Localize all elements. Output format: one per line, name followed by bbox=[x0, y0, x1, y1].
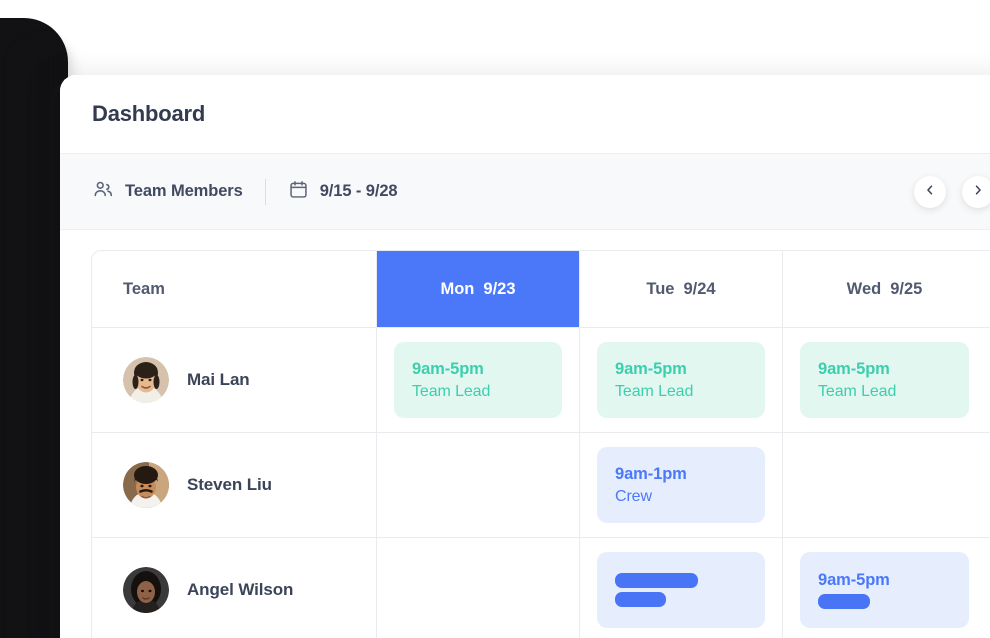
shift-cell-mon[interactable] bbox=[377, 538, 580, 638]
shift-card-placeholder[interactable] bbox=[597, 552, 765, 628]
chevron-left-icon bbox=[923, 183, 937, 200]
day-header-wed-dow: Wed bbox=[846, 279, 882, 298]
day-header-mon-dow: Mon bbox=[440, 279, 475, 298]
day-header-wed-date: 9/25 bbox=[890, 279, 923, 298]
shift-time: 9am-1pm bbox=[615, 464, 687, 483]
column-header-tue[interactable]: Tue 9/24 bbox=[580, 251, 783, 327]
shift-cell-tue[interactable] bbox=[580, 538, 783, 638]
day-header-tue: Tue 9/24 bbox=[646, 280, 715, 299]
person-name: Mai Lan bbox=[187, 370, 250, 389]
empty-shift-slot[interactable] bbox=[800, 447, 969, 523]
avatar-mai-lan bbox=[123, 357, 169, 403]
calendar-icon bbox=[288, 179, 309, 205]
shift-time: 9am-5pm bbox=[615, 359, 687, 378]
day-header-wed: Wed 9/25 bbox=[847, 280, 923, 299]
shift-card[interactable]: 9am-5pm Team Lead bbox=[597, 342, 765, 418]
table-row: Mai Lan 9am-5pm Team Lead 9am-5pm Team L… bbox=[92, 328, 990, 433]
avatar-steven-liu bbox=[123, 462, 169, 508]
date-range-picker[interactable]: 9/15 - 9/28 bbox=[288, 179, 398, 205]
shift-role: Team Lead bbox=[818, 382, 897, 400]
person-name: Steven Liu bbox=[187, 475, 272, 494]
team-member-cell[interactable]: Steven Liu bbox=[92, 433, 377, 537]
table-header-row: Team Mon 9/23 Tue 9/24 Wed 9/25 bbox=[92, 251, 990, 328]
shift-time: 9am-5pm bbox=[412, 359, 484, 378]
shift-card[interactable]: 9am-5pm Team Lead bbox=[800, 342, 969, 418]
table-row: Steven Liu 9am-1pm Crew bbox=[92, 433, 990, 538]
shift-role: Team Lead bbox=[615, 382, 694, 400]
person-name: Angel Wilson bbox=[187, 580, 294, 599]
page-title: Dashboard bbox=[92, 101, 206, 126]
chevron-right-icon bbox=[971, 183, 985, 200]
shift-role: Crew bbox=[615, 487, 652, 505]
shift-card[interactable]: 9am-5pm Team Lead bbox=[394, 342, 562, 418]
schedule-table: Team Mon 9/23 Tue 9/24 Wed 9/25 Mai Lan … bbox=[91, 250, 990, 638]
toolbar-divider bbox=[264, 178, 266, 205]
week-navigation bbox=[914, 175, 990, 208]
placeholder-bar bbox=[615, 592, 667, 607]
day-header-mon-date: 9/23 bbox=[483, 279, 516, 298]
team-member-cell[interactable]: Mai Lan bbox=[92, 328, 377, 432]
shift-card[interactable]: 9am-5pm bbox=[800, 552, 969, 628]
team-members-filter[interactable]: Team Members bbox=[92, 178, 243, 205]
table-row: Angel Wilson 9am-5pm bbox=[92, 538, 990, 638]
avatar-angel-wilson bbox=[123, 567, 169, 613]
empty-shift-slot[interactable] bbox=[394, 447, 562, 523]
people-icon bbox=[92, 178, 114, 205]
next-week-button[interactable] bbox=[962, 175, 990, 208]
shift-time: 9am-5pm bbox=[818, 359, 890, 378]
placeholder-bar bbox=[818, 594, 870, 609]
shift-cell-wed[interactable]: 9am-5pm Team Lead bbox=[783, 328, 986, 432]
prev-week-button[interactable] bbox=[914, 175, 946, 208]
team-header-label: Team bbox=[123, 279, 165, 298]
column-header-wed[interactable]: Wed 9/25 bbox=[783, 251, 986, 327]
date-range-label: 9/15 - 9/28 bbox=[319, 182, 398, 200]
shift-cell-tue[interactable]: 9am-5pm Team Lead bbox=[580, 328, 783, 432]
shift-cell-mon[interactable] bbox=[377, 433, 580, 537]
day-header-tue-date: 9/24 bbox=[683, 279, 716, 298]
empty-shift-slot[interactable] bbox=[394, 552, 562, 628]
day-header-mon: Mon 9/23 bbox=[440, 280, 515, 299]
column-header-mon[interactable]: Mon 9/23 bbox=[377, 251, 580, 327]
day-header-tue-dow: Tue bbox=[646, 279, 675, 298]
title-bar: Dashboard bbox=[60, 75, 990, 154]
person: Angel Wilson bbox=[123, 567, 293, 613]
shift-cell-wed[interactable]: 9am-5pm bbox=[783, 538, 986, 638]
shift-time: 9am-5pm bbox=[818, 571, 890, 589]
schedule-table-wrap: Team Mon 9/23 Tue 9/24 Wed 9/25 Mai Lan … bbox=[60, 230, 990, 638]
column-header-team: Team bbox=[92, 251, 377, 327]
shift-card[interactable]: 9am-1pm Crew bbox=[597, 447, 765, 523]
team-member-cell[interactable]: Angel Wilson bbox=[92, 538, 377, 638]
shift-cell-mon[interactable]: 9am-5pm Team Lead bbox=[377, 328, 580, 432]
shift-cell-tue[interactable]: 9am-1pm Crew bbox=[580, 433, 783, 537]
team-members-label: Team Members bbox=[125, 182, 243, 200]
person: Steven Liu bbox=[123, 462, 272, 508]
placeholder-bar bbox=[615, 573, 699, 588]
toolbar: Team Members 9/15 - 9/28 bbox=[60, 154, 990, 230]
screenshot-stage: Dashboard Team Members 9/15 - 9/28 Team … bbox=[0, 0, 990, 638]
shift-cell-wed[interactable] bbox=[783, 433, 986, 537]
shift-role: Team Lead bbox=[412, 382, 491, 400]
app-panel: Dashboard Team Members 9/15 - 9/28 Team … bbox=[60, 75, 990, 638]
person: Mai Lan bbox=[123, 357, 250, 403]
